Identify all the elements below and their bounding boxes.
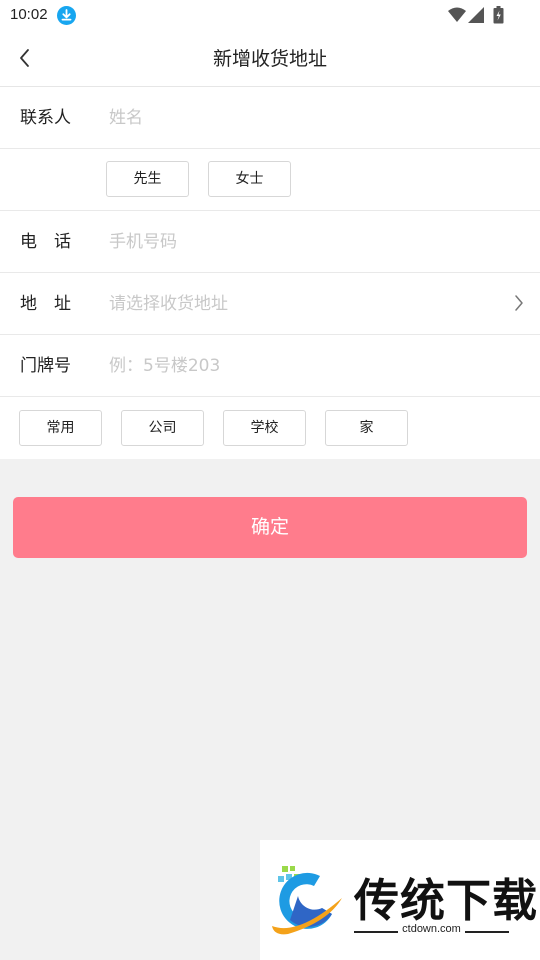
- phone-row: 电 话: [0, 211, 540, 273]
- gender-option-mr[interactable]: 先生: [106, 161, 189, 197]
- watermark-divider-left: [354, 931, 398, 933]
- wifi-icon: [448, 7, 466, 27]
- gender-row: 先生 女士: [0, 149, 540, 211]
- app-header: 新增收货地址: [0, 32, 540, 87]
- contact-label: 联系人: [20, 108, 71, 128]
- tag-row: 常用 公司 学校 家: [0, 397, 540, 459]
- confirm-button[interactable]: 确定: [13, 497, 527, 558]
- phone-input[interactable]: [109, 223, 499, 261]
- address-row[interactable]: 地 址: [0, 273, 540, 335]
- battery-icon: [493, 6, 504, 28]
- signal-icon: [468, 7, 485, 27]
- address-label: 地 址: [20, 294, 71, 314]
- tag-option-school[interactable]: 学校: [223, 410, 306, 446]
- contact-row: 联系人: [0, 87, 540, 149]
- phone-label: 电 话: [20, 232, 71, 252]
- gender-option-ms[interactable]: 女士: [208, 161, 291, 197]
- watermark-url: ctdown.com: [402, 923, 461, 935]
- watermark-title: 传统下载: [354, 874, 539, 927]
- tag-option-company[interactable]: 公司: [121, 410, 204, 446]
- door-row: 门牌号: [0, 335, 540, 397]
- download-icon: [57, 6, 76, 25]
- name-input[interactable]: [109, 99, 499, 137]
- page-title: 新增收货地址: [212, 48, 327, 70]
- watermark: 传统下载 ctdown.com: [260, 840, 540, 960]
- chevron-right-icon[interactable]: [514, 294, 524, 316]
- status-bar: 10:02: [0, 0, 540, 32]
- tag-option-common[interactable]: 常用: [19, 410, 102, 446]
- ctdown-logo-icon: [268, 862, 346, 946]
- address-form: 联系人 先生 女士 电 话 地 址 门牌号 常用 公司 学校 家: [0, 87, 540, 459]
- door-label: 门牌号: [20, 356, 71, 376]
- tag-option-home[interactable]: 家: [325, 410, 408, 446]
- address-select-input[interactable]: [109, 285, 499, 323]
- status-time: 10:02: [10, 6, 48, 23]
- watermark-divider-right: [465, 931, 509, 933]
- door-number-input[interactable]: [109, 347, 499, 385]
